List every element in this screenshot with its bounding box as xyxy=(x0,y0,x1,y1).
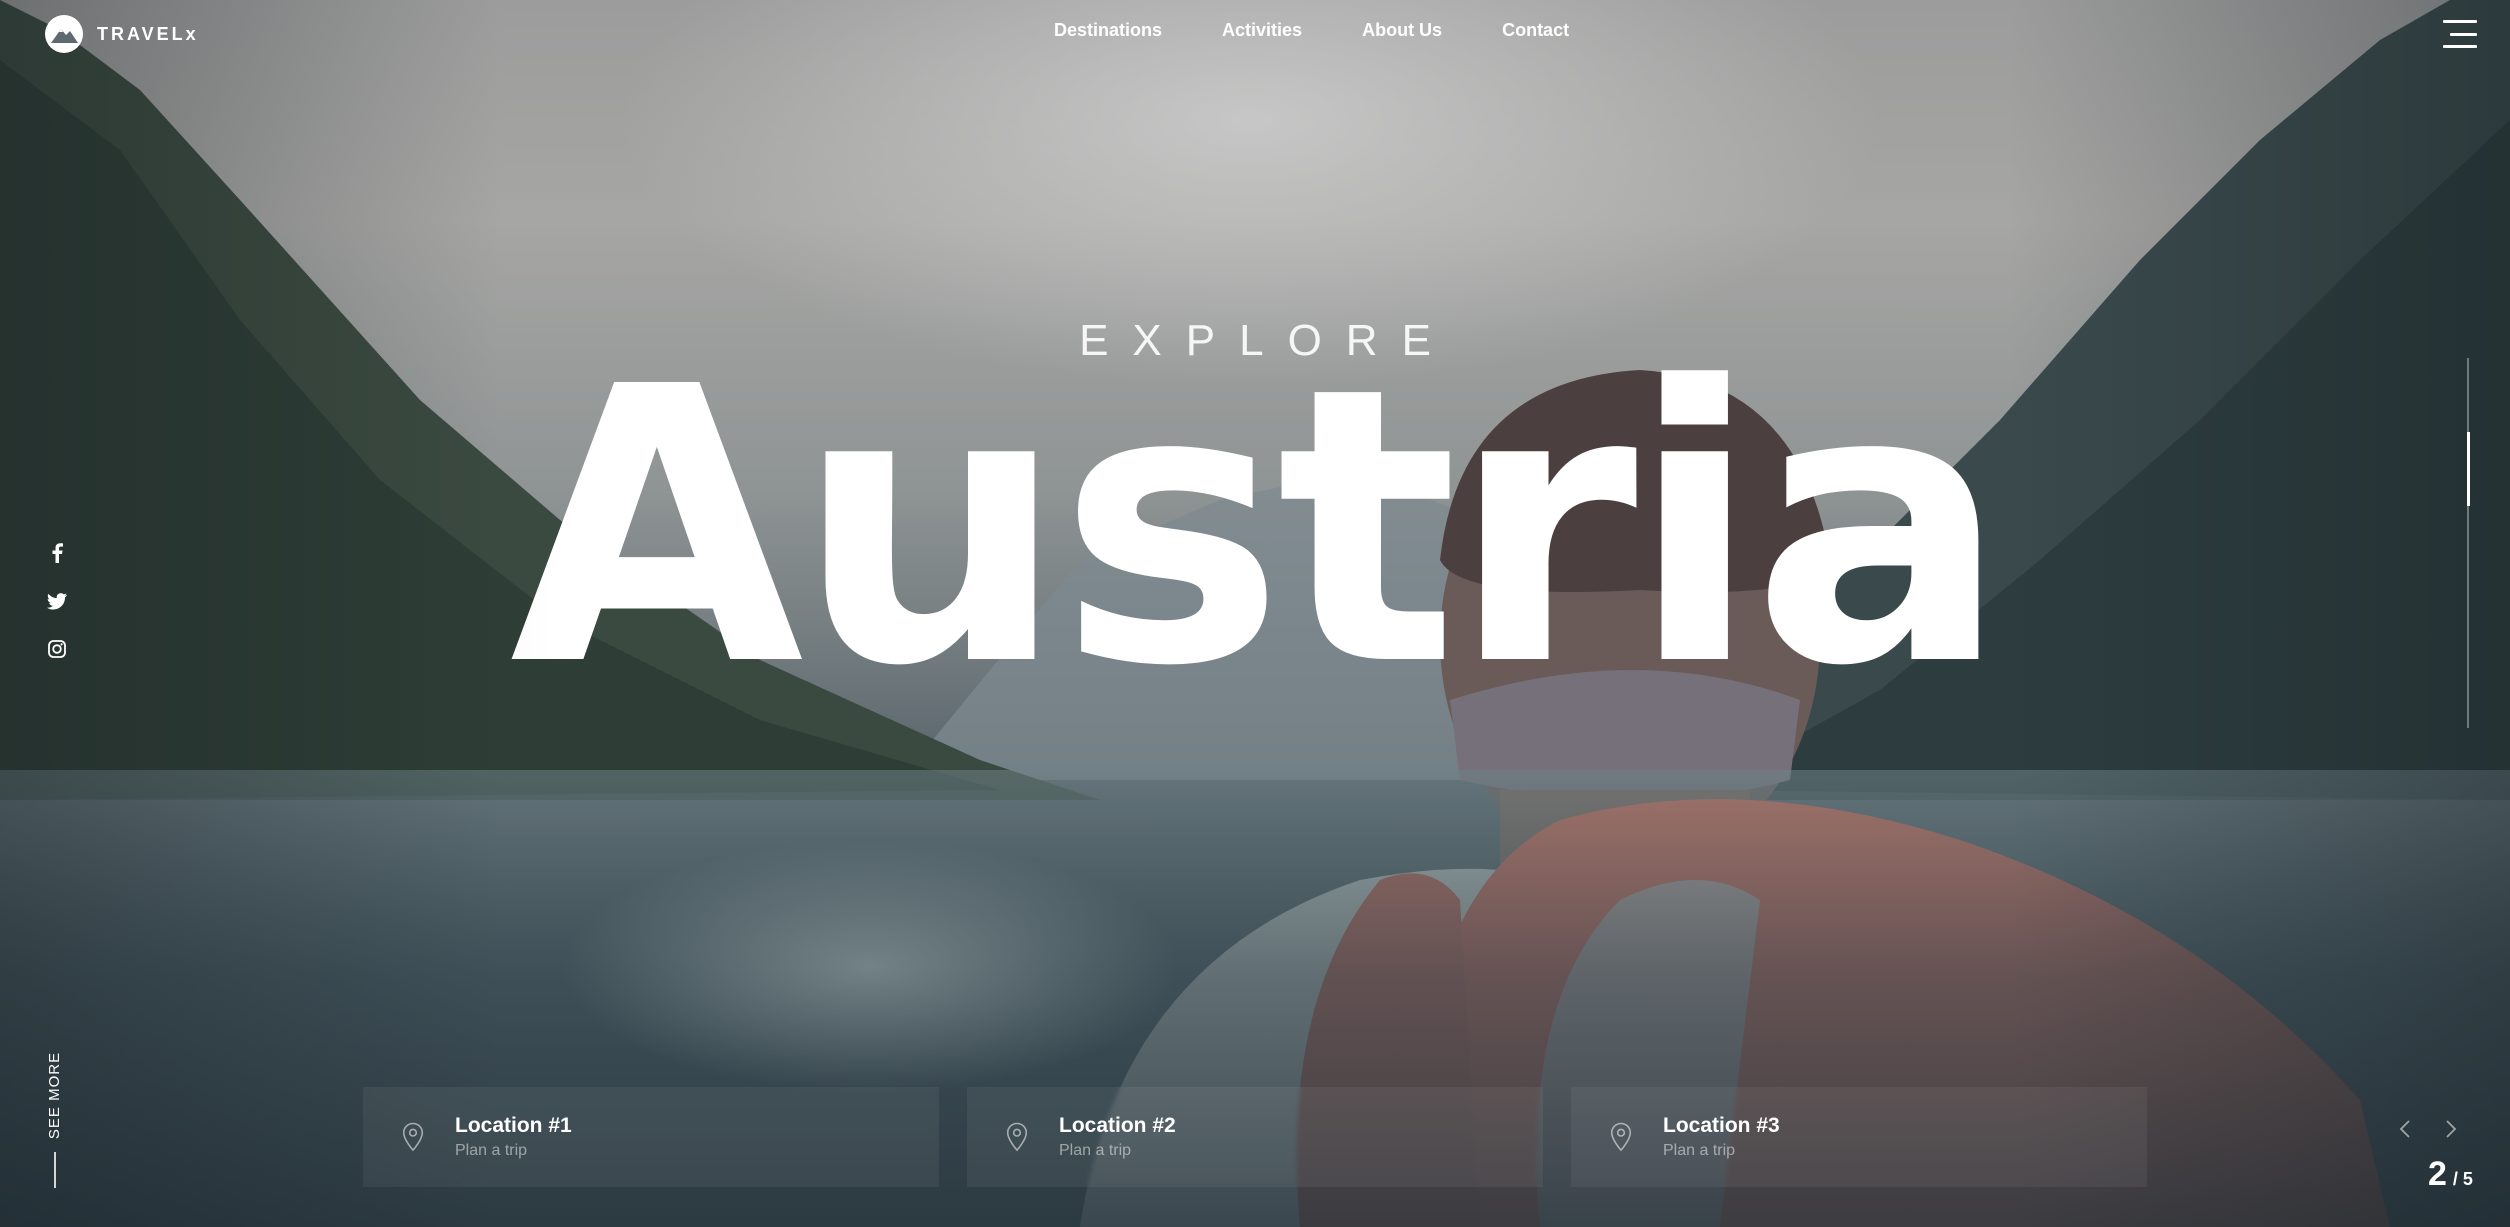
see-more-link[interactable]: SEE MORE xyxy=(42,1050,68,1140)
location-card-1[interactable]: Location #1 Plan a trip xyxy=(363,1087,939,1187)
location-card-subtitle: Plan a trip xyxy=(455,1142,528,1159)
facebook-icon[interactable] xyxy=(44,540,70,566)
mountain-logo-icon xyxy=(45,15,83,53)
location-card-title: Location #1 xyxy=(455,1114,572,1137)
slide-progress-fill xyxy=(2467,432,2470,506)
hamburger-menu-icon[interactable] xyxy=(2443,20,2477,48)
brand-name: TRAVELx xyxy=(97,23,199,44)
nav-item-activities[interactable]: Activities xyxy=(1222,20,1302,41)
location-cards: Location #1 Plan a trip Location #2 Plan… xyxy=(363,1087,2147,1187)
location-card-title: Location #2 xyxy=(1059,1114,1176,1137)
nav-item-destinations[interactable]: Destinations xyxy=(1054,20,1162,41)
hero-title: Austria xyxy=(0,338,2510,718)
map-pin-icon xyxy=(1003,1120,1031,1154)
location-card-subtitle: Plan a trip xyxy=(1059,1142,1132,1159)
map-pin-icon xyxy=(399,1120,427,1154)
nav-item-about-us[interactable]: About Us xyxy=(1362,20,1442,41)
nav-item-contact[interactable]: Contact xyxy=(1502,20,1569,41)
chevron-right-icon[interactable] xyxy=(2440,1116,2462,1142)
slide-counter-current: 2 xyxy=(2428,1155,2447,1193)
brand-logo-link[interactable]: TRAVELx xyxy=(45,15,199,53)
slide-counter-total: / 5 xyxy=(2452,1169,2473,1189)
see-more-line xyxy=(54,1152,56,1188)
twitter-icon[interactable] xyxy=(44,588,70,614)
location-card-3[interactable]: Location #3 Plan a trip xyxy=(1571,1087,2147,1187)
instagram-icon[interactable] xyxy=(44,636,70,662)
location-card-title: Location #3 xyxy=(1663,1114,1780,1137)
slide-progress-track xyxy=(2467,358,2470,728)
map-pin-icon xyxy=(1607,1120,1635,1154)
main-nav: Destinations Activities About Us Contact xyxy=(1054,20,1569,41)
site-header: TRAVELx Destinations Activities About Us… xyxy=(0,0,2510,70)
social-links xyxy=(44,540,70,662)
location-card-2[interactable]: Location #2 Plan a trip xyxy=(967,1087,1543,1187)
slide-counter: 2 / 5 xyxy=(2428,1155,2473,1194)
see-more-label: SEE MORE xyxy=(46,1051,64,1139)
chevron-left-icon[interactable] xyxy=(2394,1116,2416,1142)
location-card-subtitle: Plan a trip xyxy=(1663,1142,1736,1159)
